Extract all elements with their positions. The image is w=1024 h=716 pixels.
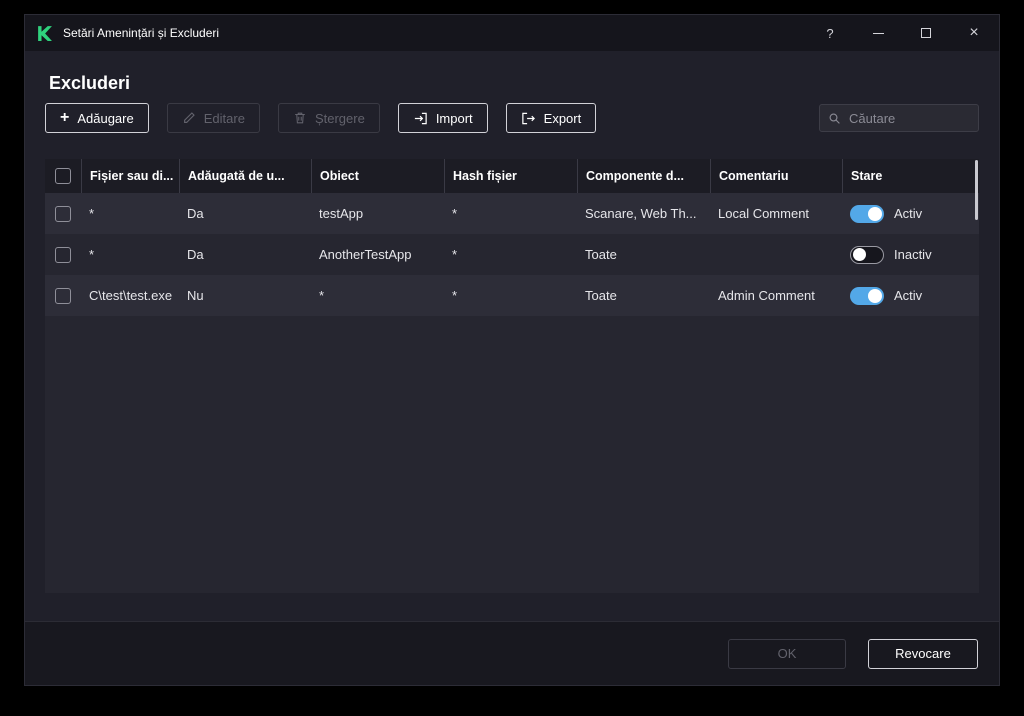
column-header-state[interactable]: Stare [842,159,979,193]
maximize-icon [921,28,931,38]
export-icon [521,111,536,126]
search-box [819,104,979,132]
cell-hash: * [452,247,458,262]
row-checkbox[interactable] [55,246,71,263]
import-button-label: Import [435,110,473,126]
cell-components: Toate [585,288,617,303]
export-button-label: Export [543,110,582,126]
column-header-added-by-user[interactable]: Adăugată de u... [179,159,311,193]
cell-file: C\test\test.exe [89,288,173,303]
plus-icon: + [60,109,70,126]
page-title: Excluderi [49,73,131,93]
column-header-comment[interactable]: Comentariu [710,159,842,193]
add-button-label: Adăugare [77,110,134,126]
row-checkbox[interactable] [55,287,71,304]
add-button[interactable]: + Adăugare [45,103,149,133]
cell-hash: * [452,206,458,221]
window-title: Setări Amenințări și Excluderi [63,26,220,40]
column-header-hash[interactable]: Hash fișier [444,159,577,193]
cell-hash: * [452,288,458,303]
table-row[interactable]: C\test\test.exe Nu * * Toate Admin Comme… [45,275,979,316]
app-window: Setări Amenințări și Excluderi ? × Exclu… [24,14,1000,686]
state-label: Activ [894,288,923,303]
table-body: * Da testApp * Scanare, Web Th... Local … [45,193,979,316]
cancel-button[interactable]: Revocare [868,638,978,669]
column-header-components[interactable]: Componente d... [577,159,710,193]
import-button[interactable]: Import [397,103,488,133]
row-checkbox-cell [45,234,81,275]
cell-components: Toate [585,247,617,262]
cell-object: * [319,288,325,303]
trash-icon [293,111,307,125]
cell-comment: Local Comment [718,206,810,221]
window-controls: ? × [797,19,989,47]
column-header-file[interactable]: Fișier sau di... [81,159,179,193]
maximize-button[interactable] [911,19,941,47]
close-button[interactable]: × [959,19,989,47]
table-header: Fișier sau di... Adăugată de u... Obiect… [45,159,979,193]
import-icon [413,111,428,126]
footer-bar: OK Revocare [25,621,999,685]
delete-button-label: Ștergere [314,110,365,126]
pencil-icon [182,111,196,125]
edit-button[interactable]: Editare [166,103,260,133]
table-row[interactable]: * Da AnotherTestApp * Toate Inactiv [45,234,979,275]
cell-comment: Admin Comment [718,288,815,303]
header-checkbox-cell [45,159,81,193]
column-header-object[interactable]: Obiect [311,159,444,193]
exclusions-table: Fișier sau di... Adăugată de u... Obiect… [45,159,979,593]
table-row[interactable]: * Da testApp * Scanare, Web Th... Local … [45,193,979,234]
cell-file: * [89,247,95,262]
export-button[interactable]: Export [505,103,597,133]
delete-button[interactable]: Ștergere [277,103,380,133]
state-label: Inactiv [894,247,932,262]
select-all-checkbox[interactable] [55,168,71,184]
state-label: Activ [894,206,923,221]
toolbar: + Adăugare Editare Ștergere Import Expor… [45,103,979,133]
search-input[interactable] [847,109,970,127]
state-toggle[interactable] [850,286,884,305]
cell-state: Activ [842,204,979,223]
cell-added-by-user: Da [187,247,204,262]
edit-button-label: Editare [203,110,245,126]
cell-state: Activ [842,286,979,305]
minimize-button[interactable] [863,19,893,47]
search-icon [828,112,841,125]
row-checkbox-cell [45,193,81,234]
help-icon: ? [826,25,834,41]
help-button[interactable]: ? [815,19,845,47]
cell-added-by-user: Da [187,206,204,221]
ok-button[interactable]: OK [728,638,846,669]
kaspersky-logo-icon [35,24,53,42]
cell-object: AnotherTestApp [319,247,412,262]
cell-object: testApp [319,206,364,221]
vertical-scrollbar[interactable] [975,160,978,220]
row-checkbox-cell [45,275,81,316]
cell-added-by-user: Nu [187,288,204,303]
state-toggle[interactable] [850,245,884,264]
cell-state: Inactiv [842,245,979,264]
minimize-icon [872,32,884,34]
cell-file: * [89,206,95,221]
cell-components: Scanare, Web Th... [585,206,697,221]
row-checkbox[interactable] [55,205,71,222]
close-icon: × [969,24,979,41]
titlebar: Setări Amenințări și Excluderi ? × [25,15,999,51]
state-toggle[interactable] [850,204,884,223]
